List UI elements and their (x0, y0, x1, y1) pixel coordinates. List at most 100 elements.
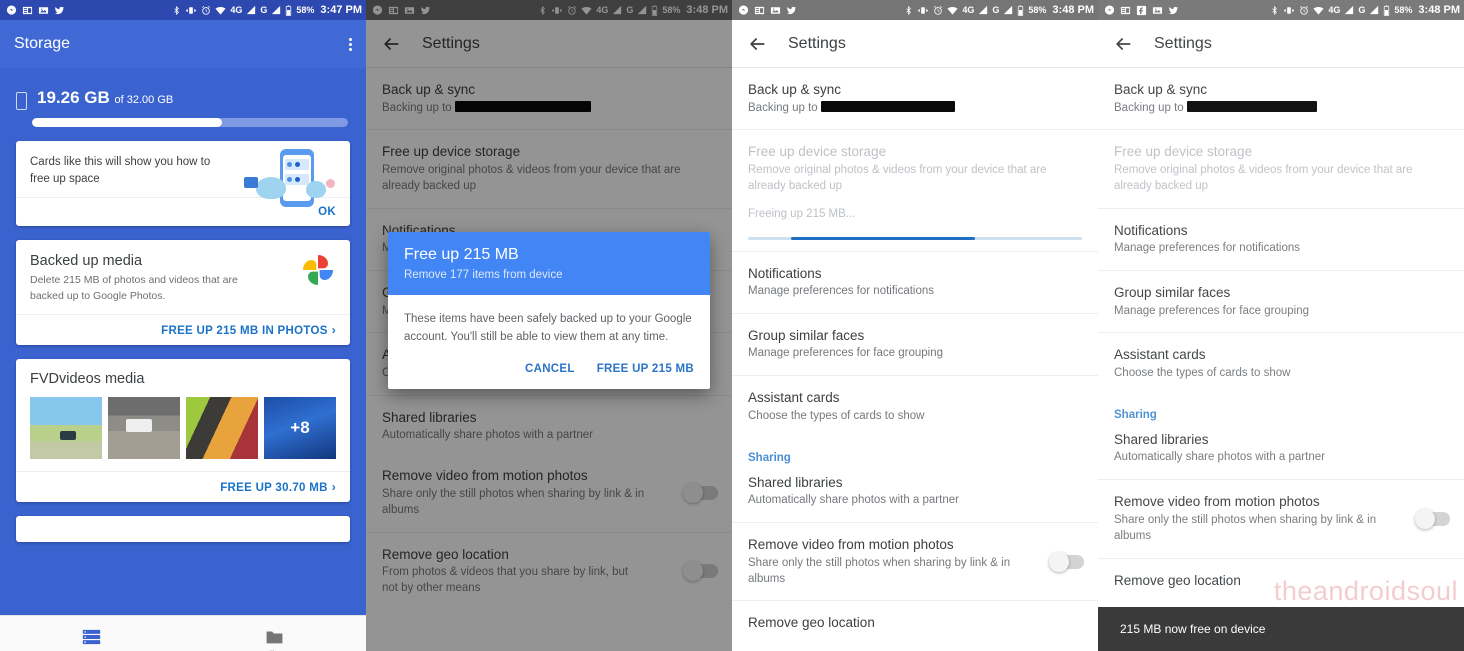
back-arrow-icon[interactable] (746, 33, 768, 55)
status-bar: 4G G 58% 3:47 PM (0, 0, 366, 20)
photo-icon (38, 5, 49, 16)
settings-row-assistant-cards[interactable]: Assistant cards Choose the types of card… (732, 376, 1098, 437)
overflow-menu-icon[interactable] (349, 37, 352, 51)
signal-4g-icon (1344, 5, 1354, 15)
wifi-icon (1313, 5, 1324, 16)
media-thumbnail[interactable] (186, 396, 258, 459)
dialog-actions: CANCEL FREE UP 215 MB (388, 353, 710, 389)
media-thumbnail[interactable] (30, 396, 102, 459)
twitter-icon (54, 5, 65, 16)
backup-account-prefix: Backing up to (1114, 101, 1187, 114)
card-partial-next[interactable] (16, 515, 350, 542)
battery-label: 58% (1028, 5, 1047, 15)
alarm-icon (1299, 5, 1309, 16)
settings-row-shared-libraries-title: Shared libraries (1114, 431, 1209, 447)
news-icon (1120, 5, 1131, 16)
page-title: Settings (788, 34, 846, 52)
settings-row-group-faces[interactable]: Group similar faces Manage preferences f… (732, 314, 1098, 377)
storage-appbar: Storage (0, 20, 366, 68)
panel-settings-snackbar: 4G G 58% 3:48 PM Settings Back up & sync… (1098, 0, 1464, 651)
card-backed-up-media-desc: Delete 215 MB of photos and videos that … (30, 274, 238, 302)
settings-row-remove-video-title: Remove video from motion photos (1114, 494, 1320, 510)
settings-row-shared-libraries-sub: Automatically share photos with a partne… (748, 494, 959, 507)
section-header-sharing: Sharing (1114, 408, 1157, 421)
storage-summary: 19.26 GB of 32.00 GB (0, 68, 366, 110)
dialog-confirm-button[interactable]: FREE UP 215 MB (597, 363, 694, 375)
snackbar: 215 MB now free on device (1098, 607, 1464, 651)
media-thumbnail[interactable] (108, 396, 180, 459)
remove-video-toggle[interactable] (1049, 551, 1084, 572)
storage-total-label: of 32.00 GB (114, 94, 174, 106)
network-4g-label: 4G (230, 5, 243, 15)
storage-progress-fill (32, 118, 222, 127)
bottom-navigation: Storage Files (0, 615, 366, 651)
settings-row-group-faces-sub: Manage preferences for face grouping (748, 347, 943, 360)
signal-g-icon (1003, 5, 1013, 15)
settings-row-free-up-storage: Free up device storage Remove original p… (1098, 130, 1464, 209)
alarm-icon (933, 5, 943, 16)
media-thumbnail-more[interactable]: +8 (264, 396, 336, 459)
battery-icon (1017, 4, 1024, 16)
settings-row-assistant-cards-title: Assistant cards (1114, 347, 1206, 363)
card-backed-up-media-action-label: FREE UP 215 MB IN PHOTOS (161, 324, 328, 337)
settings-row-remove-geo[interactable]: Remove geo location (732, 601, 1098, 645)
status-bar-notification-icons (6, 4, 65, 16)
wifi-icon (215, 5, 226, 16)
dialog-header: Free up 215 MB Remove 177 items from dev… (388, 232, 710, 295)
twitter-icon (786, 5, 797, 16)
status-bar-notification-icons (738, 4, 797, 16)
settings-row-assistant-cards[interactable]: Assistant cards Choose the types of card… (1098, 333, 1464, 394)
network-g-label: G (992, 5, 1000, 15)
settings-row-backup-sub: Backing up to (748, 100, 1048, 117)
settings-row-notifications[interactable]: Notifications Manage preferences for not… (732, 252, 1098, 314)
settings-row-remove-geo-title: Remove geo location (748, 615, 875, 631)
card-tip[interactable]: Cards like this will show you how to fre… (16, 141, 350, 227)
settings-row-shared-libraries-sub: Automatically share photos with a partne… (1114, 451, 1325, 464)
vibrate-icon (185, 5, 197, 16)
settings-row-group-faces-sub: Manage preferences for face grouping (1114, 304, 1309, 317)
settings-row-remove-geo[interactable]: Remove geo location (1098, 559, 1464, 603)
settings-row-notifications[interactable]: Notifications Manage preferences for not… (1098, 209, 1464, 272)
storage-icon (0, 627, 183, 647)
dialog-body: These items have been safely backed up t… (404, 313, 692, 343)
storage-used-number: 19.26 GB (37, 88, 110, 107)
folder-icon (183, 627, 366, 647)
card-fvdvideos-action[interactable]: FREE UP 30.70 MB › (16, 470, 350, 502)
settings-row-backup-title: Back up & sync (748, 82, 842, 97)
nav-tab-files[interactable]: Files (183, 627, 366, 651)
card-fvdvideos-title: FVDvideos media (30, 370, 145, 387)
backup-account-prefix: Backing up to (748, 101, 821, 114)
panel-settings-progress: 4G G 58% 3:48 PM Settings Back up & sync… (732, 0, 1098, 651)
dialog-cancel-button[interactable]: CANCEL (525, 363, 575, 375)
storage-body: 19.26 GB of 32.00 GB Cards like this wil… (0, 68, 366, 651)
status-bar: 4G G 58% 3:48 PM (1098, 0, 1464, 20)
card-backed-up-media-action[interactable]: FREE UP 215 MB IN PHOTOS › (16, 313, 350, 345)
settings-row-backup[interactable]: Back up & sync Backing up to (732, 68, 1098, 131)
phone-icon (16, 92, 27, 110)
chevron-right-icon: › (331, 479, 336, 494)
chevron-right-icon: › (331, 322, 336, 337)
freeing-up-progress-fill (791, 236, 976, 240)
settings-row-shared-libraries[interactable]: Shared libraries Automatically share pho… (732, 470, 1098, 524)
settings-row-remove-video[interactable]: Remove video from motion photos Share on… (1098, 480, 1464, 559)
settings-row-free-up-storage-sub: Remove original photos & videos from you… (748, 163, 1047, 192)
status-bar-system-icons: 4G G 58% 3:47 PM (172, 4, 362, 16)
settings-row-remove-video[interactable]: Remove video from motion photos Share on… (732, 523, 1098, 602)
alarm-icon (201, 5, 211, 16)
settings-row-backup[interactable]: Back up & sync Backing up to (1098, 68, 1464, 131)
settings-row-remove-video-sub: Share only the still photos when sharing… (748, 556, 1011, 585)
card-fvdvideos-media[interactable]: FVDvideos media +8 FREE UP 30.70 MB › (16, 358, 350, 502)
nav-tab-storage[interactable]: Storage (0, 627, 183, 651)
twitter-icon (1168, 5, 1179, 16)
back-arrow-icon[interactable] (1112, 33, 1134, 55)
settings-row-free-up-storage-sub: Remove original photos & videos from you… (1114, 163, 1413, 192)
settings-appbar: Settings (732, 20, 1098, 68)
media-thumbnail-strip: +8 (16, 387, 350, 471)
settings-row-group-faces[interactable]: Group similar faces Manage preferences f… (1098, 271, 1464, 334)
remove-video-toggle[interactable] (1415, 508, 1450, 529)
bluetooth-icon (904, 5, 913, 16)
settings-row-shared-libraries[interactable]: Shared libraries Automatically share pho… (1098, 427, 1464, 481)
storage-progress-track (32, 118, 348, 127)
settings-row-notifications-title: Notifications (748, 265, 822, 281)
card-backed-up-media[interactable]: Backed up media Delete 215 MB of photos … (16, 240, 350, 345)
